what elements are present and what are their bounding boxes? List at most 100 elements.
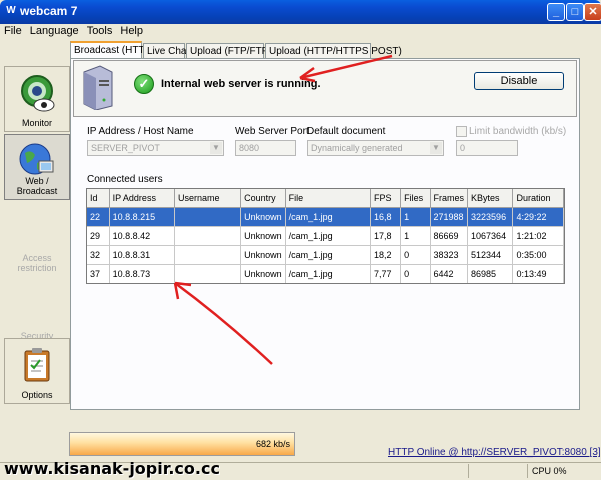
cell: 0:13:49 [512,264,564,283]
menu-file[interactable]: File [0,24,26,38]
statusbar-divider [527,464,528,478]
port-field[interactable]: 8080 [235,140,296,156]
monitor-eye-icon [21,75,55,112]
menu-tools[interactable]: Tools [83,24,117,38]
cell [174,264,242,283]
cell: 1067364 [467,226,514,246]
table-row[interactable]: 22 10.8.8.215 Unknown /cam_1.jpg 16,8 1 … [87,207,564,227]
http-status-link[interactable]: HTTP Online @ http://SERVER_PIVOT:8080 [… [388,447,601,458]
cell: 271988 [430,207,469,227]
title-bar[interactable] [0,0,601,24]
chevron-down-icon[interactable]: ▼ [430,142,442,154]
watermark: www.kisanak-jopir.co.cc [4,459,220,478]
cell [174,226,242,246]
chevron-down-icon[interactable]: ▼ [210,142,222,154]
clipboard-icon [24,348,50,382]
tab-upload-http[interactable]: Upload (HTTP/HTTPS POST) [265,43,402,59]
cell: 10.8.8.31 [109,245,175,265]
cell: 512344 [467,245,514,265]
sidebar-item-access-restriction[interactable]: Access restriction [4,253,70,276]
table-row[interactable]: 37 10.8.8.73 Unknown /cam_1.jpg 7,77 0 6… [87,264,564,283]
cell: 0 [400,245,431,265]
cell: 29 [87,226,110,246]
default-document-label: Default document [307,126,386,137]
cell: 17,8 [370,226,402,246]
table-row[interactable]: 29 10.8.8.42 Unknown /cam_1.jpg 17,8 1 8… [87,226,564,246]
sidebar: Monitor Web / Broadcast Access restricti… [4,64,70,410]
cell: 37 [87,264,110,283]
sidebar-item-label: Access restriction [17,253,57,273]
globe-icon [19,143,54,175]
check-icon: ✓ [134,74,154,94]
column-header-kbytes[interactable]: KBytes [467,189,514,208]
limit-bandwidth-label: Limit bandwidth (kb/s) [469,126,567,137]
window-title: webcam 7 [20,4,78,18]
cell: 10.8.8.42 [109,226,175,246]
column-header-country[interactable]: Country [240,189,286,208]
cell: /cam_1.jpg [285,226,372,246]
cell: 1:21:02 [512,226,564,246]
column-header-id[interactable]: Id [87,189,110,208]
cell: /cam_1.jpg [285,207,372,227]
tab-live-chat[interactable]: Live Chat [143,43,189,59]
cell: 0:35:00 [512,245,564,265]
sidebar-item-monitor[interactable]: Monitor [4,66,70,132]
cell: 6442 [430,264,469,283]
cell: 32 [87,245,110,265]
table-row[interactable]: 32 10.8.8.31 Unknown /cam_1.jpg 18,2 0 3… [87,245,564,265]
cell: Unknown [240,264,286,283]
statusbar-divider [468,464,469,478]
menu-bar: File Language Tools Help [0,24,601,40]
column-header-ip[interactable]: IP Address [109,189,175,208]
cell: 16,8 [370,207,402,227]
cell: Unknown [240,226,286,246]
cell: 1 [400,207,431,227]
column-header-fps[interactable]: FPS [370,189,402,208]
close-button[interactable]: ✕ [584,3,601,21]
limit-bandwidth-checkbox[interactable] [456,126,467,137]
ip-select[interactable]: SERVER_PIVOT ▼ [87,140,224,156]
minimize-button[interactable]: _ [547,3,565,21]
cell: 10.8.8.215 [109,207,175,227]
cell [174,245,242,265]
bandwidth-graph: 682 kb/s [69,432,295,456]
limit-bandwidth-field[interactable]: 0 [456,140,518,156]
column-header-files[interactable]: Files [400,189,431,208]
default-document-value: Dynamically generated [311,143,403,153]
cell: /cam_1.jpg [285,245,372,265]
tab-upload-ftp[interactable]: Upload (FTP/FTPS) [186,43,278,59]
column-header-username[interactable]: Username [174,189,242,208]
bandwidth-value: 682 kb/s [255,439,290,449]
cell: 10.8.8.73 [109,264,175,283]
column-header-duration[interactable]: Duration [512,189,564,208]
sidebar-item-label: Options [21,390,53,400]
cell: 86985 [467,264,514,283]
sidebar-item-label: Monitor [21,118,52,128]
tab-broadcast-http[interactable]: Broadcast (HTTP) [70,41,155,59]
connected-users-heading: Connected users [87,174,163,185]
default-document-select[interactable]: Dynamically generated ▼ [307,140,444,156]
cell: 18,2 [370,245,402,265]
cell: 86669 [430,226,469,246]
server-status-message: Internal web server is running. [161,78,321,90]
sidebar-item-label: Web / Broadcast [16,176,58,196]
app-icon[interactable]: W [4,5,18,19]
connected-users-table[interactable]: Id IP Address Username Country File FPS … [86,188,565,284]
column-header-frames[interactable]: Frames [430,189,469,208]
cell: 38323 [430,245,469,265]
disable-button[interactable]: Disable [474,72,564,90]
sidebar-item-options[interactable]: Options [4,338,70,404]
menu-language[interactable]: Language [26,24,83,38]
ip-label: IP Address / Host Name [87,126,194,137]
sidebar-item-web-broadcast[interactable]: Web / Broadcast [4,134,70,200]
menu-help[interactable]: Help [116,24,147,38]
cell: Unknown [240,207,286,227]
cell: 0 [400,264,431,283]
column-header-file[interactable]: File [285,189,372,208]
cell: 4:29:22 [512,207,564,227]
ip-value: SERVER_PIVOT [91,143,160,153]
cell: Unknown [240,245,286,265]
server-icon [83,65,113,110]
cell [174,207,242,227]
maximize-button[interactable]: □ [566,3,584,21]
